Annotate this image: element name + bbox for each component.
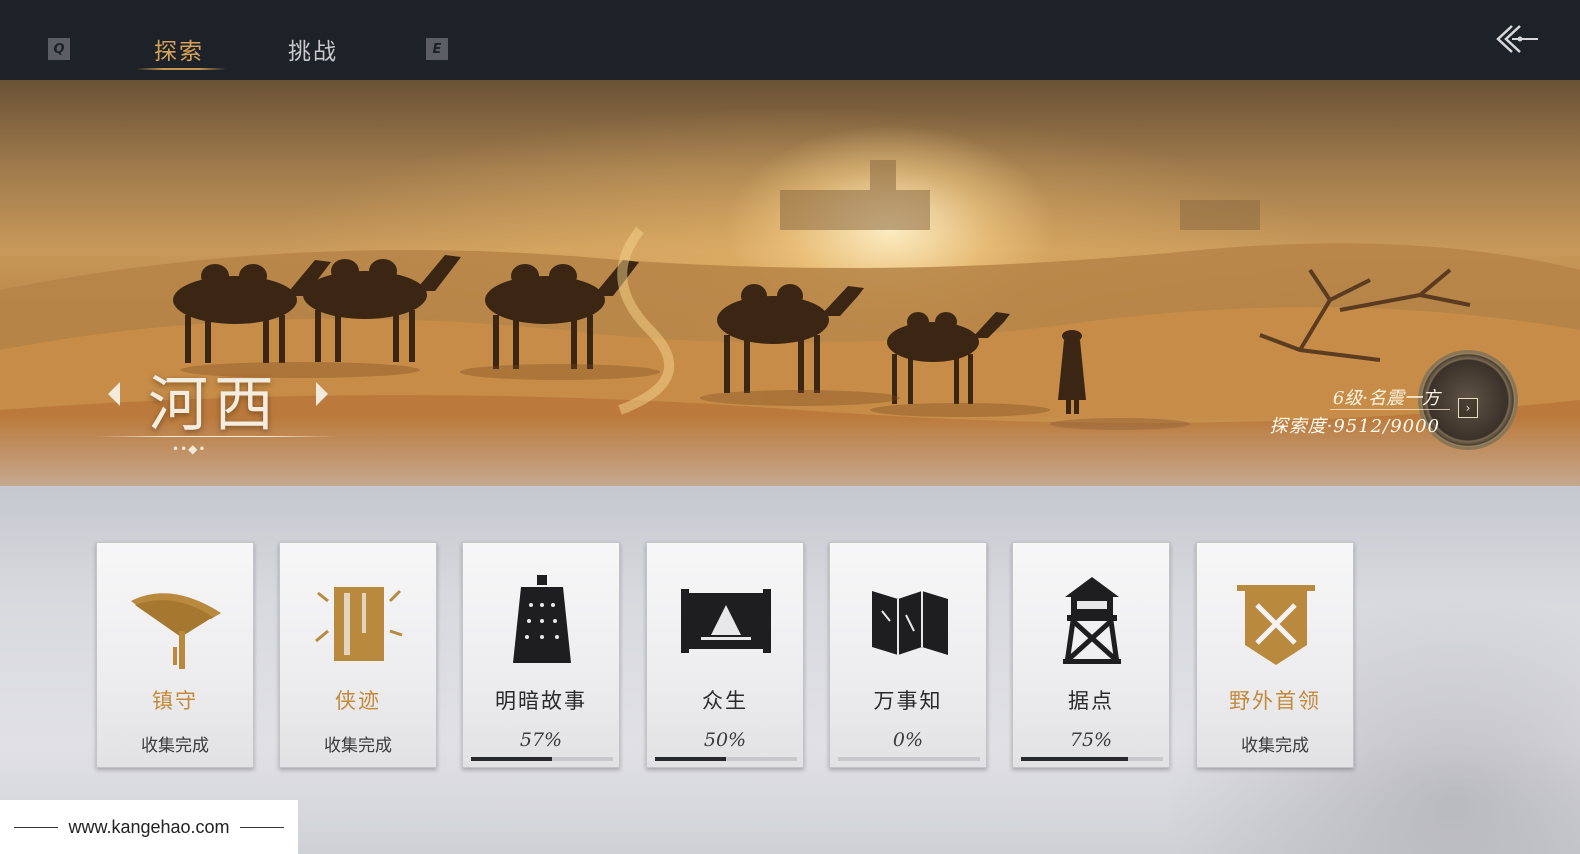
url-right-dash <box>239 826 284 828</box>
card-percent: 50% <box>703 729 747 751</box>
region-page-indicator: ••◆• <box>172 442 207 456</box>
progress-fill <box>1021 757 1128 761</box>
card-title: 明暗故事 <box>495 689 587 713</box>
tab-challenge[interactable]: 挑战 <box>288 32 338 66</box>
folded-map-icon <box>872 591 948 655</box>
scroll-painting-icon <box>681 589 771 653</box>
category-card-strongholds[interactable]: 据点 75% <box>1012 542 1170 768</box>
double-chevron-left-icon <box>1496 25 1538 53</box>
active-tab-underline <box>136 68 226 70</box>
watchtower-icon <box>1063 577 1121 664</box>
site-url: www.kangehao.com <box>68 816 230 837</box>
category-card-knowledge[interactable]: 万事知 0% <box>829 542 987 768</box>
card-percent: 75% <box>1069 729 1113 751</box>
category-card-people[interactable]: 众生 50% <box>646 542 804 768</box>
url-left-dash <box>14 826 59 828</box>
e-key-hint[interactable]: E <box>426 38 448 60</box>
region-divider <box>96 436 336 437</box>
category-card-stories[interactable]: 明暗故事 57% <box>462 542 620 768</box>
card-status: 收集完成 <box>1241 736 1309 756</box>
region-rank: 6级·名震一方 <box>1332 388 1440 409</box>
card-status: 收集完成 <box>141 736 209 756</box>
rank-divider <box>1330 409 1450 410</box>
back-button[interactable] <box>1494 22 1540 56</box>
banner-crossed-swords-icon <box>1237 585 1315 665</box>
parasol-icon <box>131 593 221 669</box>
progress-fill <box>471 757 552 761</box>
card-title: 众生 <box>702 689 748 713</box>
card-title: 万事知 <box>873 689 943 713</box>
card-title: 野外首领 <box>1229 689 1321 713</box>
chevron-right-icon: › <box>1465 401 1471 415</box>
site-url-strip: www.kangehao.com <box>0 800 298 854</box>
card-percent: 0% <box>892 729 924 751</box>
region-banner: 河西 ••◆• 6级·名震一方 探索度·9512/9000 › <box>0 80 1580 486</box>
book-icon <box>315 587 403 661</box>
progress-bar <box>471 757 613 761</box>
next-region-arrow-icon[interactable] <box>316 382 328 406</box>
category-card-guard[interactable]: 镇守 收集完成 <box>96 542 254 768</box>
previous-region-arrow-icon[interactable] <box>108 382 120 406</box>
open-map-button[interactable]: › <box>1458 398 1478 418</box>
card-title: 镇守 <box>152 689 198 713</box>
card-title: 据点 <box>1068 689 1114 713</box>
progress-bar <box>838 757 980 761</box>
category-card-hero-traces[interactable]: 侠迹 收集完成 <box>279 542 437 768</box>
bell-icon <box>513 575 571 663</box>
exploration-progress: 探索度·9512/9000 <box>1269 416 1440 437</box>
card-status: 收集完成 <box>324 736 392 756</box>
region-name: 河西 <box>148 370 280 440</box>
progress-bar <box>655 757 797 761</box>
progress-bar <box>1021 757 1163 761</box>
card-percent: 57% <box>519 729 563 751</box>
category-card-field-bosses[interactable]: 野外首领 收集完成 <box>1196 542 1354 768</box>
q-key-hint[interactable]: Q <box>48 38 70 60</box>
card-title: 侠迹 <box>335 689 381 713</box>
top-nav-bar: Q 探索 挑战 E <box>0 0 1580 80</box>
tab-explore[interactable]: 探索 <box>154 32 204 66</box>
progress-fill <box>655 757 726 761</box>
